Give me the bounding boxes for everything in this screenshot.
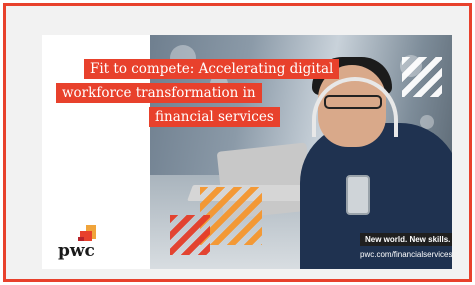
red-stripe-graphic [170,215,210,255]
headline-line-1: Fit to compete: Accelerating digital [84,59,340,79]
url-text[interactable]: pwc.com/financialservices [360,250,452,259]
ad-banner[interactable]: New world. New skills. pwc.com/financial… [42,35,452,269]
person-body [300,123,452,269]
tagline: New world. New skills. [360,233,452,246]
headline-line-2: workforce transformation in [56,83,262,103]
ad-frame: New world. New skills. pwc.com/financial… [3,3,472,282]
pwc-logo-text: pwc [58,241,95,261]
pwc-logo-mark-icon [78,225,98,241]
headline-line-3: financial services [149,107,280,127]
white-stripe-graphic [402,57,442,97]
phone [346,175,370,215]
